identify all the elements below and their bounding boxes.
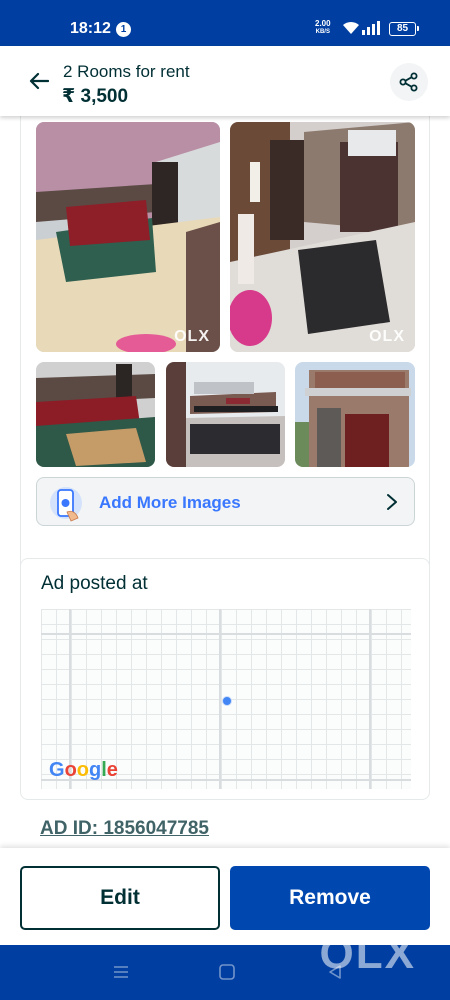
olx-watermark: OLX [369, 328, 405, 345]
kitchen-photo-image [166, 362, 285, 467]
signal-icon [362, 21, 380, 35]
google-logo: Google [49, 759, 118, 781]
ad-id: AD ID: 1856047785 [40, 818, 209, 839]
ad-location-card: Ad posted at Google [20, 558, 430, 800]
add-more-images-label: Add More Images [99, 493, 241, 512]
ad-photo-1[interactable]: OLX [36, 122, 220, 352]
add-more-images-button[interactable]: Add More Images [36, 477, 415, 526]
courtyard-photo-image [230, 122, 415, 352]
share-icon [399, 72, 418, 92]
network-speed: 2.00 KB/S [315, 20, 331, 36]
map-road [219, 609, 221, 789]
olx-logo-watermark: OLX [319, 929, 416, 978]
notification-badge: 1 [116, 22, 131, 37]
nav-menu-button[interactable] [108, 961, 134, 983]
back-arrow-icon [29, 72, 49, 90]
status-time: 18:12 [70, 20, 111, 37]
ad-header: 2 Rooms for rent ₹ 3,500 [0, 46, 450, 116]
network-speed-value: 2.00 [315, 19, 331, 28]
wifi-icon [343, 21, 359, 34]
back-button[interactable] [24, 66, 54, 96]
menu-icon [114, 966, 128, 978]
system-nav-bar: OLX [0, 929, 450, 1000]
nav-home-button[interactable] [214, 961, 240, 983]
share-button[interactable] [390, 63, 428, 101]
map-road [369, 609, 371, 789]
ad-photo-5[interactable] [295, 362, 415, 467]
status-bar: 18:12 1 2.00 KB/S 85 [0, 0, 450, 46]
location-map[interactable]: Google [41, 609, 411, 789]
phone-add-image-icon [50, 487, 82, 522]
olx-watermark: OLX [174, 328, 210, 345]
remove-button[interactable]: Remove [230, 866, 430, 930]
ad-photo-3[interactable] [36, 362, 155, 467]
ad-content: OLX OLX Add More Images Ad posted at Goo… [0, 116, 450, 848]
ad-photo-4[interactable] [166, 362, 285, 467]
house-photo-image [295, 362, 415, 467]
home-square-icon [219, 964, 235, 980]
battery-indicator: 85 [389, 22, 419, 36]
location-pin-icon [222, 696, 232, 706]
network-speed-unit: KB/S [315, 29, 330, 35]
ad-location-title: Ad posted at [41, 573, 148, 594]
chevron-right-icon [387, 494, 397, 510]
ad-price: ₹ 3,500 [62, 86, 129, 107]
ad-title: 2 Rooms for rent [63, 62, 190, 81]
room-photo-image [36, 122, 220, 352]
map-road [41, 633, 411, 635]
ad-photo-2[interactable]: OLX [230, 122, 415, 352]
edit-button[interactable]: Edit [20, 866, 220, 930]
sofa-photo-image [36, 362, 155, 467]
